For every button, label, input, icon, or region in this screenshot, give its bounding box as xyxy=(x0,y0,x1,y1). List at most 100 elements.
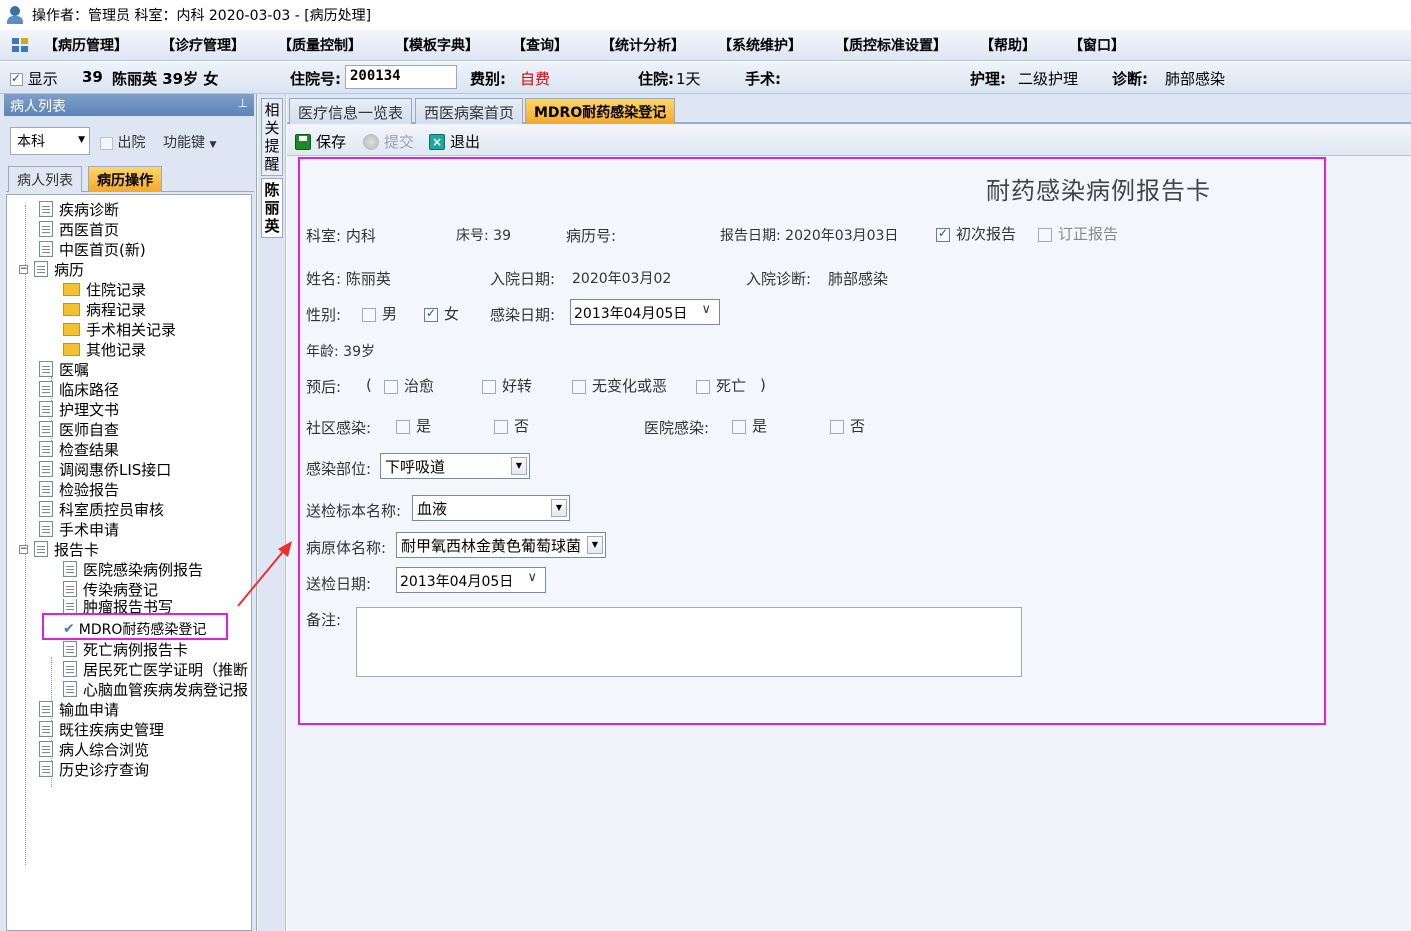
site-select[interactable]: 下呼吸道 ▼ xyxy=(380,453,530,479)
specimen-select[interactable]: 血液 ▼ xyxy=(412,495,570,521)
first-report-checkbox[interactable] xyxy=(936,226,950,242)
death-checkbox[interactable] xyxy=(696,379,710,394)
tab-medical-overview[interactable]: 医疗信息一览表 xyxy=(289,98,413,124)
tree-label: 疾病诊断 xyxy=(59,200,120,219)
male-option[interactable]: 男 xyxy=(362,303,397,324)
revise-report-checkbox[interactable] xyxy=(1038,227,1052,242)
tree-item-overview[interactable]: 病人综合浏览 xyxy=(39,739,149,759)
tab-record-ops[interactable]: 病历操作 xyxy=(88,166,162,192)
unchanged-checkbox[interactable] xyxy=(572,379,586,394)
show-toggle[interactable]: 显示 xyxy=(10,68,58,89)
function-key-menu[interactable]: 功能键 ▼ xyxy=(163,132,216,152)
document-icon xyxy=(63,641,77,657)
tree-item-tcm-home[interactable]: 中医首页(新) xyxy=(39,239,146,259)
tree-item-tumor[interactable]: 肿瘤报告书写 xyxy=(63,599,173,613)
tab-reminders[interactable]: 相关提醒 xyxy=(261,98,283,176)
menu-statistics[interactable]: 【统计分析】 xyxy=(601,35,685,55)
exit-button[interactable]: × 退出 xyxy=(429,131,480,152)
discharge-toggle[interactable]: 出院 xyxy=(100,132,145,152)
menu-query[interactable]: 【查询】 xyxy=(512,35,568,55)
tree-item-progress[interactable]: 病程记录 xyxy=(63,299,146,319)
submit-button[interactable]: 提交 xyxy=(363,131,414,152)
tab-mdro-register[interactable]: MDRO耐药感染登记 xyxy=(525,98,676,124)
community-yes-checkbox[interactable] xyxy=(396,419,410,434)
pin-icon[interactable]: ⊥ xyxy=(238,96,248,110)
tree-item-self-check[interactable]: 医师自查 xyxy=(39,419,119,439)
menu-qc-standard[interactable]: 【质控标准设置】 xyxy=(835,35,947,55)
hospital-label: 医院感染: xyxy=(644,419,710,437)
infect-date-picker[interactable]: 2013年04月05日 ∨ xyxy=(570,299,720,325)
tree-item-hai-report[interactable]: 医院感染病例报告 xyxy=(63,559,203,579)
tree-item-lab-report[interactable]: 检验报告 xyxy=(39,479,119,499)
dropdown-arrow-icon[interactable]: ▼ xyxy=(587,536,603,554)
hospital-no[interactable]: 否 xyxy=(830,415,865,436)
prognosis-unchanged[interactable]: 无变化或恶 xyxy=(572,375,667,396)
female-checkbox[interactable] xyxy=(424,306,438,322)
tab-western-case-home[interactable]: 西医病案首页 xyxy=(415,98,524,124)
collapse-icon[interactable]: − xyxy=(19,264,28,274)
app-menu-icon[interactable] xyxy=(12,38,28,52)
community-no-checkbox[interactable] xyxy=(494,419,508,434)
tree-item-qc-review[interactable]: 科室质控员审核 xyxy=(39,499,164,519)
tab-patient-name[interactable]: 陈丽英 xyxy=(261,178,283,238)
dropdown-arrow-icon[interactable]: ▼ xyxy=(551,499,567,517)
dropdown-arrow-icon[interactable]: ▼ xyxy=(511,457,527,475)
save-button[interactable]: 保存 xyxy=(295,131,346,152)
send-date-picker[interactable]: 2013年04月05日 ∨ xyxy=(396,567,546,593)
hospital-yes[interactable]: 是 xyxy=(732,415,767,436)
menu-quality-control[interactable]: 【质量控制】 xyxy=(278,35,362,55)
tree-item-report-cards[interactable]: − 报告卡 xyxy=(19,539,99,559)
tree-label: 科室质控员审核 xyxy=(59,500,165,519)
community-no[interactable]: 否 xyxy=(494,415,529,436)
revise-report-option[interactable]: 订正报告 xyxy=(1038,223,1118,244)
tree-item-transfusion[interactable]: 输血申请 xyxy=(39,699,119,719)
tree-item-diagnosis[interactable]: 疾病诊断 xyxy=(39,199,119,219)
hospital-no-checkbox[interactable] xyxy=(830,419,844,434)
tree-item-surgery-request[interactable]: 手术申请 xyxy=(39,519,119,539)
female-option[interactable]: 女 xyxy=(424,303,459,324)
tab-patient-list[interactable]: 病人列表 xyxy=(8,166,82,192)
menu-help[interactable]: 【帮助】 xyxy=(980,35,1036,55)
show-checkbox[interactable] xyxy=(10,71,23,86)
dept-select[interactable]: 本科 ▼ xyxy=(10,127,90,155)
prognosis-death[interactable]: 死亡 xyxy=(696,375,746,396)
menu-template-dict[interactable]: 【模板字典】 xyxy=(395,35,479,55)
prognosis-cured[interactable]: 治愈 xyxy=(384,375,434,396)
tree-item-infectious[interactable]: 传染病登记 xyxy=(63,579,158,599)
tree-item-other[interactable]: 其他记录 xyxy=(63,339,146,359)
hosp-no-field[interactable]: 200134 xyxy=(345,65,457,89)
community-yes[interactable]: 是 xyxy=(396,415,431,436)
tree-item-nursing[interactable]: 护理文书 xyxy=(39,399,119,419)
tree-item-death-cert[interactable]: 居民死亡医学证明（推断 xyxy=(63,659,248,679)
tree-item-lis[interactable]: 调阅惠侨LIS接口 xyxy=(39,459,171,479)
pathogen-select[interactable]: 耐甲氧西林金黄色葡萄球菌 ▼ xyxy=(396,532,606,558)
collapse-icon[interactable]: − xyxy=(19,544,28,554)
tree-item-history[interactable]: 既往疾病史管理 xyxy=(39,719,164,739)
discharge-checkbox[interactable] xyxy=(100,136,113,150)
menu-treatment-mgmt[interactable]: 【诊疗管理】 xyxy=(161,35,245,55)
remark-textarea[interactable] xyxy=(356,607,1022,677)
tree-item-surgery-records[interactable]: 手术相关记录 xyxy=(63,319,176,339)
menu-window[interactable]: 【窗口】 xyxy=(1069,35,1125,55)
menu-system[interactable]: 【系统维护】 xyxy=(718,35,802,55)
male-checkbox[interactable] xyxy=(362,307,376,322)
tree-item-death-report[interactable]: 死亡病例报告卡 xyxy=(63,639,188,659)
tree-item-orders[interactable]: 医嘱 xyxy=(39,359,89,379)
cured-checkbox[interactable] xyxy=(384,379,398,394)
tree-item-western-home[interactable]: 西医首页 xyxy=(39,219,119,239)
menu-record-mgmt[interactable]: 【病历管理】 xyxy=(44,35,128,55)
tree-item-admission[interactable]: 住院记录 xyxy=(63,279,146,299)
admit-diag-value: 肺部感染 xyxy=(828,270,889,288)
hospital-yes-checkbox[interactable] xyxy=(732,419,746,434)
admit-date-label: 入院日期: xyxy=(490,270,556,288)
improved-checkbox[interactable] xyxy=(482,379,496,394)
chevron-down-icon: ∨ xyxy=(527,570,537,585)
document-icon xyxy=(39,421,53,437)
prognosis-improved[interactable]: 好转 xyxy=(482,375,532,396)
tree-item-records[interactable]: − 病历 xyxy=(19,259,84,279)
tree-item-cardio[interactable]: 心脑血管疾病发病登记报 xyxy=(63,679,248,699)
tree-item-past-visits[interactable]: 历史诊疗查询 xyxy=(39,759,149,779)
first-report-option[interactable]: 初次报告 xyxy=(936,223,1016,244)
tree-item-exam[interactable]: 检查结果 xyxy=(39,439,119,459)
tree-item-pathway[interactable]: 临床路径 xyxy=(39,379,119,399)
